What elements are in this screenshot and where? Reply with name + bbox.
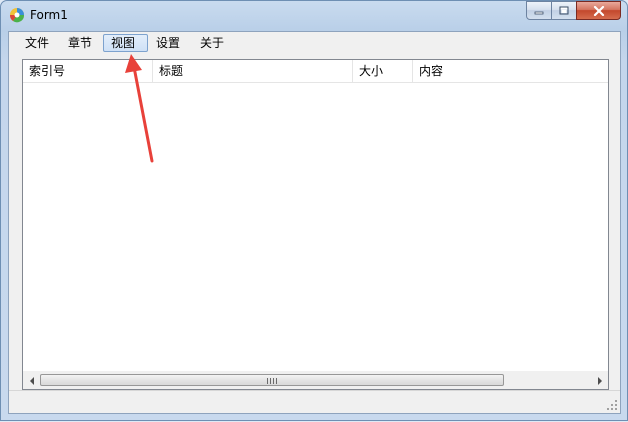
caption-buttons bbox=[526, 1, 621, 21]
maximize-icon bbox=[559, 6, 569, 15]
chevron-left-icon bbox=[29, 376, 34, 385]
app-window: Form1 文件 章节 视图 设置 关于 索引号 标题 大小 内容 bbox=[0, 0, 628, 421]
menu-about[interactable]: 关于 bbox=[193, 34, 231, 52]
scroll-thumb[interactable] bbox=[40, 374, 504, 386]
menu-settings[interactable]: 设置 bbox=[149, 34, 187, 52]
list-header: 索引号 标题 大小 内容 bbox=[23, 60, 608, 83]
minimize-icon bbox=[534, 11, 544, 14]
menu-view[interactable]: 视图 bbox=[103, 34, 148, 52]
scroll-track[interactable] bbox=[40, 374, 591, 387]
window-title: Form1 bbox=[30, 8, 68, 22]
column-header-content[interactable]: 内容 bbox=[413, 60, 608, 82]
column-header-title[interactable]: 标题 bbox=[153, 60, 353, 82]
menu-file[interactable]: 文件 bbox=[18, 34, 56, 52]
status-bar bbox=[9, 390, 620, 413]
scroll-right-button[interactable] bbox=[591, 372, 608, 389]
close-button[interactable] bbox=[576, 1, 621, 20]
resize-grip-icon[interactable] bbox=[606, 399, 618, 411]
title-bar[interactable]: Form1 bbox=[1, 1, 627, 31]
minimize-button[interactable] bbox=[526, 1, 552, 20]
column-header-size[interactable]: 大小 bbox=[353, 60, 413, 82]
maximize-button[interactable] bbox=[551, 1, 577, 20]
menu-bar: 文件 章节 视图 设置 关于 bbox=[9, 32, 620, 54]
client-area: 文件 章节 视图 设置 关于 索引号 标题 大小 内容 bbox=[8, 31, 621, 414]
chevron-right-icon bbox=[597, 376, 602, 385]
app-logo-icon bbox=[9, 8, 25, 23]
column-header-index[interactable]: 索引号 bbox=[23, 60, 153, 82]
menu-chapter[interactable]: 章节 bbox=[61, 34, 99, 52]
list-view[interactable]: 索引号 标题 大小 内容 bbox=[22, 59, 609, 390]
scroll-left-button[interactable] bbox=[23, 372, 40, 389]
horizontal-scrollbar[interactable] bbox=[23, 371, 608, 389]
grip-icon bbox=[267, 378, 277, 384]
close-icon bbox=[593, 5, 604, 16]
